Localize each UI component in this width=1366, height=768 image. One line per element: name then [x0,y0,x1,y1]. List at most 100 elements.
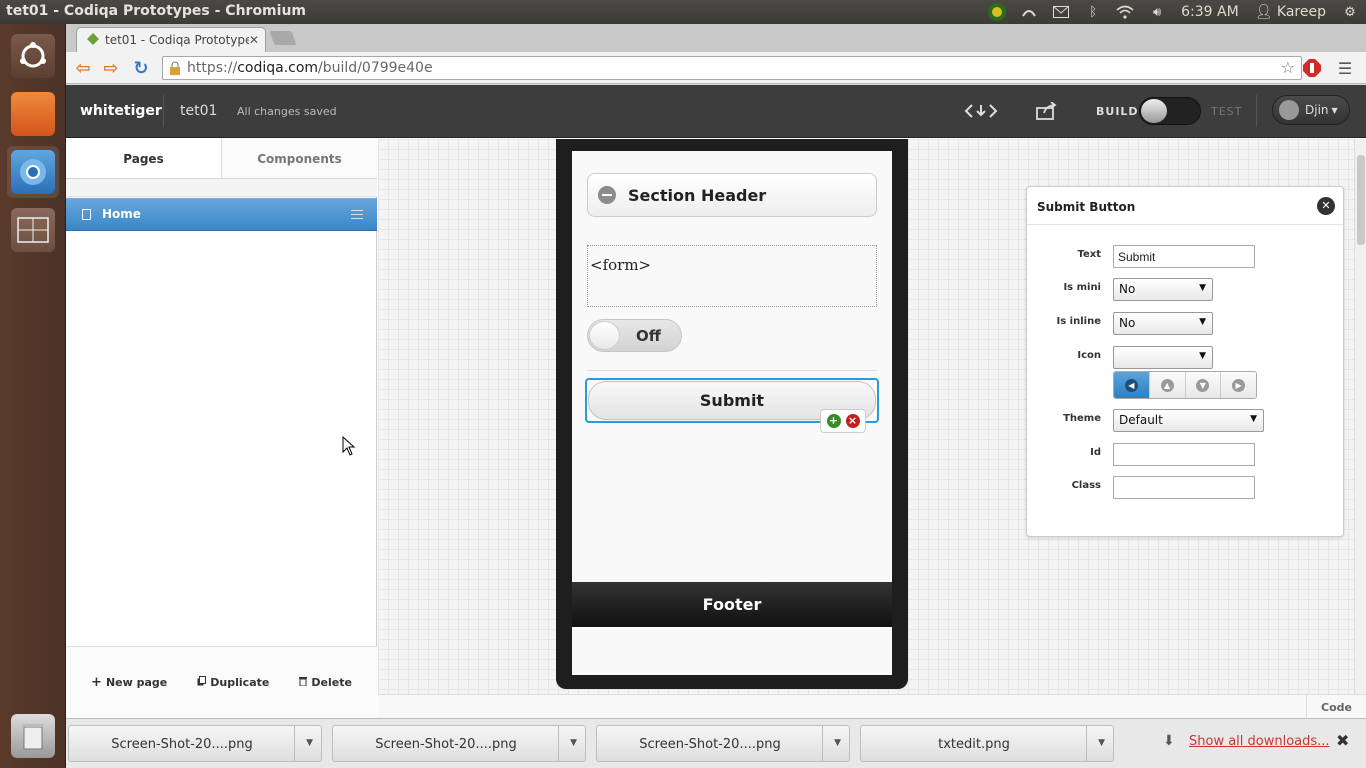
delete-button[interactable]: Delete [299,676,352,689]
adblock-stop-icon[interactable] [1299,56,1325,80]
tab-title: tet01 - Codiqa Prototypes [105,33,249,47]
select-arrow-icon: ▼ [1199,283,1206,293]
page-icon [82,208,91,220]
is-mini-value: No [1119,282,1136,296]
build-test-toggle[interactable] [1139,97,1201,125]
select-arrow-icon: ▼ [1250,414,1257,424]
icon-position-group: ◀ ▲ ▼ ▶ [1113,371,1257,399]
duplicate-button[interactable]: Duplicate [197,676,269,689]
remove-element-icon[interactable]: × [845,414,860,428]
browser-toolbar: ⇦ ⇨ ↻ https://codiqa.com/build/0799e40e … [66,52,1366,84]
id-label: Id [1090,447,1101,458]
section-header-label: Section Header [628,185,767,205]
trash-icon[interactable] [7,710,59,762]
toggle-knob [1141,99,1167,123]
flip-switch[interactable]: Off [587,319,682,352]
new-page-button[interactable]: + New page [91,675,167,690]
prototype-name[interactable]: tet01 [180,103,217,119]
wifi-icon[interactable] [1109,0,1141,24]
tab-strip: tet01 - Codiqa Prototypes ✕ [66,24,1366,52]
icon-pos-top-button[interactable]: ▲ [1149,372,1186,398]
icon-select[interactable]: ▼ [1113,346,1213,369]
duplicate-label: Duplicate [210,676,270,689]
show-all-downloads-link[interactable]: Show all downloads... [1189,734,1330,749]
is-mini-label: Is mini [1063,282,1101,293]
header-divider-right [1256,95,1257,127]
forward-arrow-icon[interactable]: ⇨ [98,56,124,80]
project-name[interactable]: whitetiger [80,103,162,119]
tab-components[interactable]: Components [221,139,377,178]
reload-icon[interactable]: ↻ [128,56,154,80]
select-arrow-icon: ▼ [1199,317,1206,327]
workspace-switcher-icon[interactable] [7,204,59,256]
bluetooth-icon[interactable]: ᛒ [1077,0,1109,24]
chevron-down-icon[interactable]: ▼ [306,738,313,748]
add-element-icon[interactable]: + [826,414,841,428]
class-field[interactable] [1113,476,1255,499]
lock-warning-icon [169,61,181,79]
files-folder-icon[interactable] [7,88,59,140]
close-icon[interactable]: ✕ [1317,197,1335,215]
chevron-down-icon[interactable]: ▼ [570,738,577,748]
icon-pos-right-button[interactable]: ▶ [1221,372,1256,398]
download-split [294,726,295,761]
settings-gear-icon[interactable]: ⚙ [1334,0,1366,24]
icon-pos-bottom-button[interactable]: ▼ [1185,372,1222,398]
canvas-scrollbar[interactable] [1354,139,1366,694]
export-code-icon[interactable] [964,99,998,123]
address-bar[interactable]: https://codiqa.com/build/0799e40e ☆ [162,56,1302,80]
account-menu-button[interactable]: Djin ▼ [1272,95,1350,125]
download-split [1086,726,1087,761]
form-container[interactable]: <form> [587,245,877,307]
tab-pages[interactable]: Pages [66,139,221,178]
scrollbar-thumb[interactable] [1357,155,1365,245]
chevron-down-icon[interactable]: ▼ [834,738,841,748]
tab-close-icon[interactable]: ✕ [249,33,259,47]
pages-actions: + New page Duplicate Delete [66,646,377,718]
chevron-down-icon[interactable]: ▼ [1098,738,1105,748]
download-item[interactable]: Screen-Shot-20....png ▼ [332,725,586,762]
theme-select[interactable]: Default ▼ [1113,409,1264,432]
url-path: /build/0799e40e [318,60,433,76]
icon-bottom-icon: ▼ [1196,378,1210,392]
ubuntu-launcher [0,24,66,768]
icon-pos-left-button[interactable]: ◀ [1114,372,1150,398]
is-mini-select[interactable]: No ▼ [1113,278,1213,301]
download-item[interactable]: Screen-Shot-20....png ▼ [596,725,850,762]
browser-menu-icon[interactable]: ☰ [1332,56,1358,80]
footer-bar[interactable]: Footer [572,582,892,627]
new-tab-button[interactable] [269,31,297,45]
is-inline-select[interactable]: No ▼ [1113,312,1213,335]
mail-icon[interactable] [1045,0,1077,24]
url-scheme: https:// [187,60,238,76]
drag-handle-icon[interactable] [351,210,363,219]
browser-tab-active[interactable]: tet01 - Codiqa Prototypes ✕ [76,27,266,52]
chat-icon[interactable] [981,0,1013,24]
clock[interactable]: 6:39 AM [1173,4,1247,20]
share-icon[interactable] [1036,99,1058,123]
user-menu[interactable]: 👤︎ Kareep [1247,4,1334,20]
mouse-cursor-icon [342,436,356,456]
id-field[interactable] [1113,443,1255,466]
ubuntu-dash-icon[interactable] [7,30,59,82]
download-item[interactable]: txtedit.png ▼ [860,725,1114,762]
avatar [1279,100,1299,120]
icon-right-icon: ▶ [1232,378,1246,392]
section-header-collapsible[interactable]: Section Header [587,173,877,217]
close-icon[interactable]: ✖ [1336,731,1349,750]
design-canvas[interactable]: Section Header <form> Off Submit + × Foo… [378,139,1354,694]
page-item-home[interactable]: Home [66,198,377,231]
download-filename: Screen-Shot-20....png [111,737,253,752]
back-arrow-icon[interactable]: ⇦ [70,56,96,80]
user-icon: 👤︎ [1254,4,1273,20]
volume-icon[interactable]: 🔊︎ [1141,0,1173,24]
copy-icon [197,676,207,689]
chromium-icon[interactable] [7,146,59,198]
text-field[interactable] [1113,245,1255,268]
messaging-icon[interactable] [1013,0,1045,24]
code-tab[interactable]: Code [1306,695,1366,719]
bookmark-star-icon[interactable]: ☆ [1281,58,1295,77]
download-item[interactable]: Screen-Shot-20....png ▼ [68,725,322,762]
select-arrow-icon: ▼ [1199,351,1206,361]
phone-screen: Section Header <form> Off Submit + × Foo… [572,151,892,675]
